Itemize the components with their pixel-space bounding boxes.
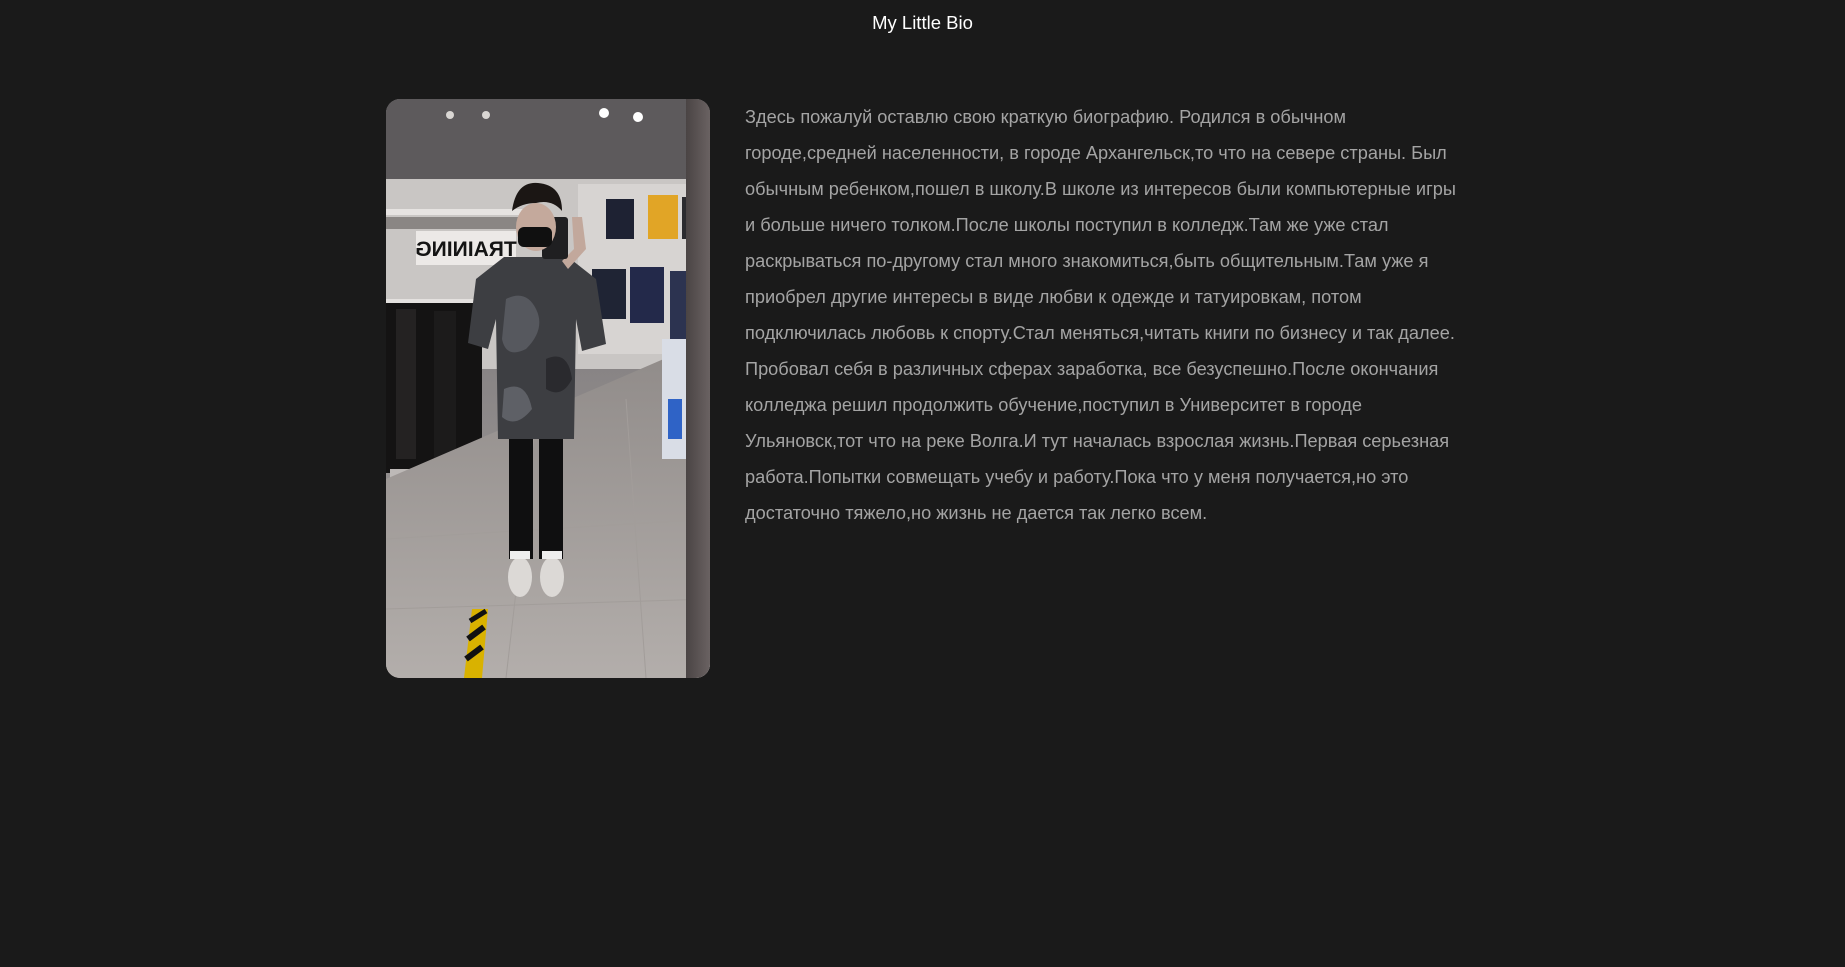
page-title: My Little Bio — [872, 12, 973, 33]
page-header: My Little Bio — [0, 0, 1845, 46]
bio-text: Здесь пожалуй оставлю свою краткую биогр… — [745, 107, 1456, 523]
training-sign-text: TRAINING — [415, 238, 517, 261]
profile-photo-image: TRAINING — [386, 99, 710, 678]
profile-photo: TRAINING — [386, 99, 710, 678]
